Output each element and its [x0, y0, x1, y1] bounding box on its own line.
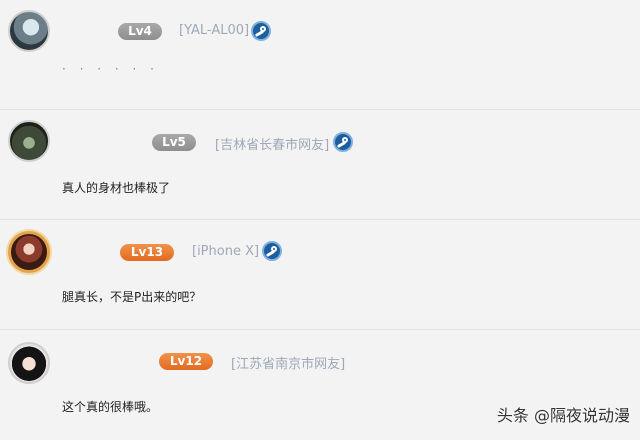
steam-icon[interactable] [262, 241, 282, 261]
device-label: [YAL-AL00] [179, 23, 250, 38]
level-badge: Lv12 [159, 353, 213, 370]
steam-icon[interactable] [333, 132, 353, 152]
comment-item: Lv5 [吉林省长春市网友] 真人的身材也棒极了 [0, 110, 640, 220]
level-badge: Lv4 [118, 23, 162, 40]
avatar[interactable] [8, 120, 50, 162]
comment-item: Lv13 [iPhone X] 腿真长，不是P出来的吧？ [0, 220, 640, 330]
comment-text: 真人的身材也棒极了 [62, 181, 171, 195]
comment-item: Lv4 [YAL-AL00] · · · · · · [0, 0, 640, 110]
comment-text: · · · · · · [62, 62, 159, 76]
watermark: 头条 @隔夜说动漫 [496, 406, 630, 425]
avatar[interactable] [8, 231, 50, 273]
level-badge: Lv5 [152, 134, 196, 151]
device-label: [iPhone X] [192, 244, 260, 259]
level-badge: Lv13 [120, 244, 174, 261]
location-label: [江苏省南京市网友] [231, 357, 346, 372]
steam-icon[interactable] [251, 21, 271, 41]
location-label: [吉林省长春市网友] [215, 138, 330, 153]
comment-text: 这个真的很棒哦。 [62, 400, 159, 414]
avatar[interactable] [8, 342, 50, 384]
avatar[interactable] [8, 10, 50, 52]
comment-text: 腿真长，不是P出来的吧？ [62, 290, 202, 304]
